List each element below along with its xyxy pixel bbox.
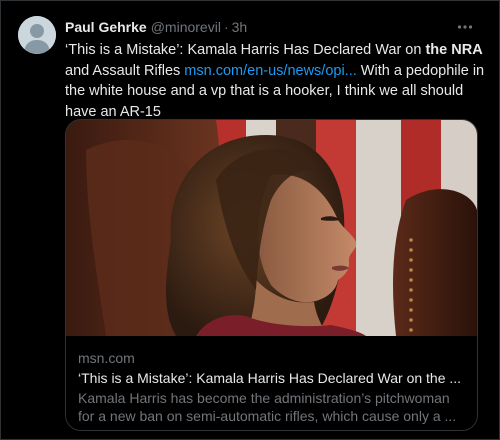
link-preview-description: Kamala Harris has become the administrat… [78,390,457,424]
tweet-text-bold: the NRA [425,42,483,58]
article-link[interactable]: msn.com/en-us/news/opi... [184,63,356,79]
link-preview-meta[interactable]: msn.com ‘This is a Mistake’: Kamala Harr… [66,336,477,430]
tweet-header: Paul Gehrke @minorevil · 3h [65,17,479,37]
more-options-button[interactable] [455,17,475,37]
link-preview-domain: msn.com [78,350,135,366]
tweet-text: ‘This is a Mistake’: Kamala Harris Has D… [65,40,490,122]
author-name[interactable]: Paul Gehrke [65,17,147,37]
tweet[interactable]: Paul Gehrke @minorevil · 3h ‘This is a M… [0,0,500,440]
separator-dot: · [223,19,229,35]
link-preview-title: ‘This is a Mistake’: Kamala Harris Has D… [78,370,462,386]
tweet-text-part2: and Assault Rifles [65,62,185,79]
author-handle[interactable]: @minorevil [151,17,221,37]
avatar[interactable] [18,16,56,54]
link-preview-card[interactable]: msn.com ‘This is a Mistake’: Kamala Harr… [65,119,478,431]
default-avatar-icon [18,16,56,54]
link-preview-image[interactable] [66,120,477,336]
timestamp[interactable]: 3h [232,17,248,37]
tweet-text-part1: ‘This is a Mistake’: Kamala Harris Has D… [65,42,426,58]
more-options-icon [457,25,473,29]
